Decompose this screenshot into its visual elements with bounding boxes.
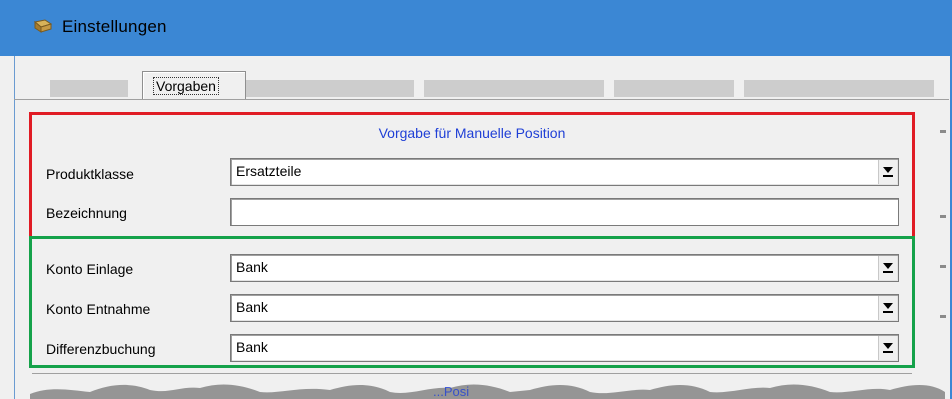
- edge-mark: [940, 315, 946, 318]
- differenzbuchung-value: Bank: [236, 339, 268, 355]
- tab-panel-border: [14, 99, 949, 100]
- produktklasse-select[interactable]: Ersatzteile: [230, 158, 899, 186]
- tab-vorgaben[interactable]: Vorgaben: [142, 71, 246, 100]
- tab-blurred[interactable]: [50, 80, 128, 97]
- konto-einlage-label: Konto Einlage: [46, 261, 134, 277]
- differenzbuchung-select[interactable]: Bank: [230, 334, 899, 362]
- tab-strip: Vorgaben: [14, 60, 949, 100]
- edge-mark: [940, 130, 946, 133]
- edge-mark: [940, 265, 946, 268]
- obscured-region: [30, 384, 945, 399]
- group-separator: [32, 373, 912, 374]
- manual-position-group: Vorgabe für Manuelle Position Produktkla…: [29, 112, 915, 239]
- chevron-down-icon[interactable]: [878, 336, 897, 360]
- tab-blurred[interactable]: [244, 80, 414, 97]
- chevron-down-icon[interactable]: [878, 160, 897, 184]
- bezeichnung-label: Bezeichnung: [46, 205, 127, 221]
- bezeichnung-input[interactable]: [230, 198, 899, 226]
- konto-entnahme-label: Konto Entnahme: [46, 301, 151, 317]
- tab-blurred[interactable]: [614, 80, 734, 97]
- obscured-right-edge: [940, 120, 948, 340]
- settings-app-icon: [33, 19, 53, 33]
- tab-vorgaben-label: Vorgaben: [153, 77, 219, 95]
- section-title: Vorgabe für Manuelle Position: [378, 125, 566, 141]
- chevron-down-icon[interactable]: [878, 256, 897, 280]
- konto-entnahme-select[interactable]: Bank: [230, 294, 899, 322]
- produktklasse-label: Produktklasse: [46, 166, 134, 182]
- konto-einlage-value: Bank: [236, 259, 268, 275]
- window-titlebar: Einstellungen: [0, 0, 952, 56]
- window-title: Einstellungen: [62, 17, 167, 36]
- konto-entnahme-value: Bank: [236, 299, 268, 315]
- chevron-down-icon[interactable]: [878, 296, 897, 320]
- produktklasse-value: Ersatzteile: [236, 163, 302, 179]
- accounts-group: Konto Einlage Bank Konto Entnahme Bank D…: [29, 236, 915, 368]
- edge-mark: [940, 215, 946, 218]
- konto-einlage-select[interactable]: Bank: [230, 254, 899, 282]
- tab-blurred[interactable]: [424, 80, 604, 97]
- bottom-link-partial[interactable]: ...Posi: [433, 384, 469, 399]
- tab-blurred[interactable]: [744, 80, 934, 97]
- differenzbuchung-label: Differenzbuchung: [46, 341, 156, 357]
